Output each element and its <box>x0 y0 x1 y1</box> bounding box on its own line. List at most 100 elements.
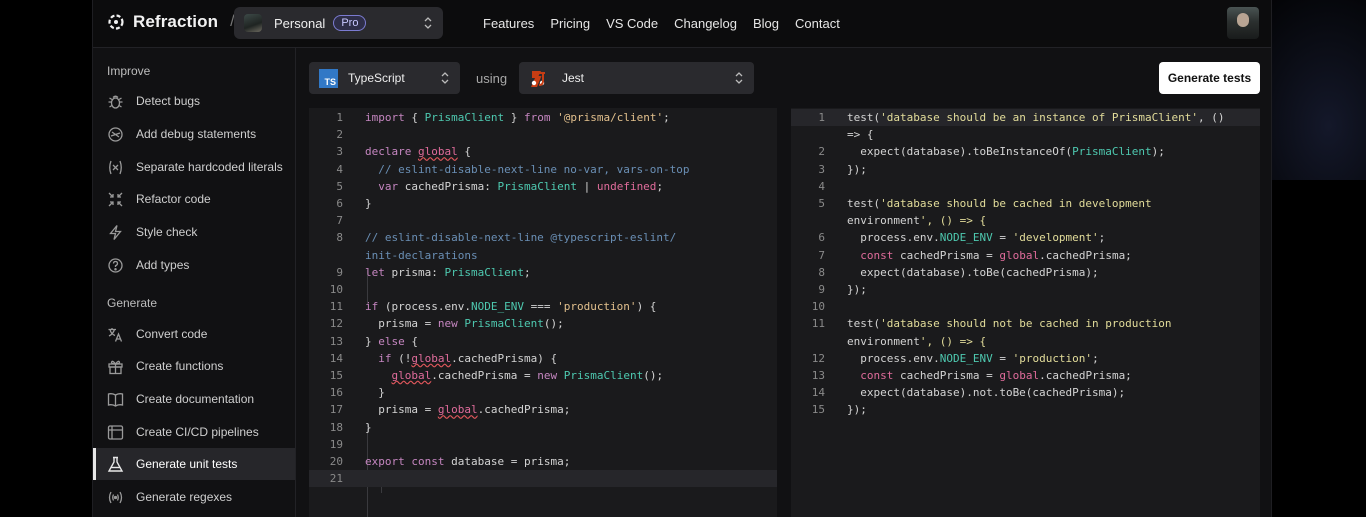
line-number: 14 <box>329 351 343 365</box>
code-line[interactable]: 4 <box>791 178 1260 195</box>
code-line[interactable]: 8 expect(database).toBe(cachedPrisma); <box>791 264 1260 281</box>
code-line[interactable]: 20 export const database = prisma; <box>309 453 777 470</box>
code-line[interactable]: 8 // eslint-disable-next-line @typescript… <box>309 229 777 246</box>
code-line[interactable]: init-declarations <box>309 247 777 264</box>
code-line[interactable]: 2 expect(database).toBeInstanceOf(Prisma… <box>791 143 1260 160</box>
brand[interactable]: Refraction / <box>107 12 235 32</box>
code-line[interactable]: 14 if (!global.cachedPrisma) { <box>309 350 777 367</box>
framework-select[interactable]: Jest <box>519 62 754 94</box>
code-line[interactable]: 19 <box>309 436 777 453</box>
code-text: process.env.NODE_ENV = 'development'; <box>847 231 1106 245</box>
line-number: 4 <box>336 162 343 176</box>
nav-features[interactable]: Features <box>483 16 534 31</box>
nav-changelog[interactable]: Changelog <box>674 16 737 31</box>
code-line[interactable]: 1 import { PrismaClient } from '@prisma/c… <box>309 109 777 126</box>
code-line[interactable]: 10 <box>791 298 1260 315</box>
line-number: 8 <box>336 231 343 245</box>
code-text: expect(database).toBe(cachedPrisma); <box>847 265 1099 279</box>
code-line[interactable]: => { <box>791 126 1260 143</box>
code-line[interactable]: 21 <box>309 470 777 488</box>
sidebar-item-label: Generate unit tests <box>136 457 238 471</box>
code-line[interactable]: 9}); <box>791 281 1260 298</box>
plan-badge: Pro <box>333 15 367 31</box>
sidebar-item-refactor[interactable]: Refactor code <box>93 183 295 215</box>
code-text: }); <box>847 162 867 176</box>
sidebar-item-create-docs[interactable]: Create documentation <box>93 383 295 415</box>
sidebar-item-add-types[interactable]: Add types <box>93 249 295 281</box>
code-line[interactable]: 1 test('database should be an instance of… <box>791 109 1260 126</box>
code-line[interactable]: 3}); <box>791 161 1260 178</box>
code-line[interactable]: 3 declare global { <box>309 143 777 160</box>
code-text: let prisma: PrismaClient; <box>365 265 531 279</box>
code-line[interactable]: 18} <box>309 419 777 436</box>
code-line[interactable]: 17 prisma = global.cachedPrisma; <box>309 401 777 418</box>
line-number: 12 <box>329 317 343 331</box>
code-text: const cachedPrisma = global.cachedPrisma… <box>860 369 1132 382</box>
using-label: using <box>476 71 508 86</box>
line-number: 19 <box>329 437 343 451</box>
code-line[interactable]: 6} <box>309 195 777 212</box>
generate-tests-button[interactable]: Generate tests <box>1159 62 1260 94</box>
sidebar-item-label: Generate regexes <box>136 490 233 504</box>
nav-contact[interactable]: Contact <box>795 16 840 31</box>
app-window: Refraction / Personal Pro Features Prici… <box>92 0 1272 517</box>
code-line[interactable]: 2 <box>309 126 777 143</box>
code-line[interactable]: 15 global.cachedPrisma = new PrismaClien… <box>309 367 777 384</box>
code-line[interactable]: 9 let prisma: PrismaClient; <box>309 264 777 281</box>
workspace-avatar <box>244 14 262 32</box>
code-line[interactable]: 13} else { <box>309 333 777 350</box>
line-number: 7 <box>818 248 825 262</box>
code-line[interactable]: 11 if (process.env.NODE_ENV === 'producti… <box>309 298 777 315</box>
line-number: 11 <box>329 300 343 314</box>
code-line[interactable]: environment', () => { <box>791 212 1260 229</box>
sidebar-item-detect-bugs[interactable]: Detect bugs <box>93 85 295 117</box>
line-number: 15 <box>811 403 825 417</box>
language-select[interactable]: TS TypeScript <box>309 62 460 94</box>
code-line[interactable]: 16 } <box>309 384 777 401</box>
code-text: if (!global.cachedPrisma) { <box>378 351 558 365</box>
sidebar-item-separate-literals[interactable]: Separate hardcoded literals <box>93 151 295 183</box>
code-line[interactable]: 10 <box>309 281 777 298</box>
sidebar: Improve Detect bugs Add debug statements… <box>93 48 296 517</box>
workspace-selector[interactable]: Personal Pro <box>234 7 443 39</box>
sidebar-item-create-cicd[interactable]: Create CI/CD pipelines <box>93 416 295 448</box>
code-line[interactable]: 12 prisma = new PrismaClient(); <box>309 315 777 332</box>
book-icon <box>107 392 124 407</box>
sidebar-item-create-functions[interactable]: Create functions <box>93 350 295 382</box>
code-line[interactable]: 13 const cachedPrisma = global.cachedPri… <box>791 367 1260 384</box>
sidebar-item-convert-code[interactable]: Convert code <box>93 318 295 350</box>
line-number: 1 <box>336 111 343 124</box>
code-text: } <box>365 197 372 210</box>
code-line[interactable]: 11 test('database should not be cached in… <box>791 315 1260 332</box>
line-number: 13 <box>811 369 825 382</box>
sidebar-item-add-debug[interactable]: Add debug statements <box>93 118 295 150</box>
code-line[interactable]: 12 process.env.NODE_ENV = 'production'; <box>791 350 1260 367</box>
sidebar-item-label: Separate hardcoded literals <box>136 160 283 174</box>
code-line[interactable]: 5 var cachedPrisma: PrismaClient | undef… <box>309 178 777 195</box>
sidebar-item-generate-unit-tests[interactable]: Generate unit tests <box>93 448 295 480</box>
line-number: 9 <box>336 265 343 279</box>
code-line[interactable]: 4 // eslint-disable-next-line no-var, va… <box>309 161 777 178</box>
sidebar-item-generate-regexes[interactable]: Generate regexes <box>93 481 295 513</box>
debug-icon <box>108 126 123 142</box>
workspace-name: Personal <box>274 15 326 31</box>
code-line[interactable]: 7 <box>309 212 777 229</box>
code-line[interactable]: 14 expect(database).not.toBe(cachedPrism… <box>791 384 1260 401</box>
code-line[interactable]: 7 const cachedPrisma = global.cachedPris… <box>791 247 1260 264</box>
code-text: environment', () => { <box>847 214 987 228</box>
nav-vscode[interactable]: VS Code <box>606 16 658 31</box>
code-text: } else { <box>365 334 418 348</box>
code-line[interactable]: 6 process.env.NODE_ENV = 'development'; <box>791 229 1260 246</box>
generated-tests-editor[interactable]: 1 test('database should be an instance of… <box>791 108 1260 517</box>
code-line[interactable]: 5 test('database should be cached in deve… <box>791 195 1260 212</box>
line-number: 6 <box>336 197 343 210</box>
sidebar-item-style-check[interactable]: Style check <box>93 216 295 248</box>
code-line[interactable]: 15}); <box>791 401 1260 418</box>
user-avatar[interactable] <box>1227 7 1259 39</box>
nav-blog[interactable]: Blog <box>753 16 779 31</box>
nav-pricing[interactable]: Pricing <box>550 16 590 31</box>
chevron-up-down-icon <box>441 72 449 84</box>
code-text: var cachedPrisma: PrismaClient | undefin… <box>378 179 664 193</box>
code-line[interactable]: environment', () => { <box>791 333 1260 350</box>
source-code-editor[interactable]: 1 import { PrismaClient } from '@prisma/c… <box>309 108 777 517</box>
